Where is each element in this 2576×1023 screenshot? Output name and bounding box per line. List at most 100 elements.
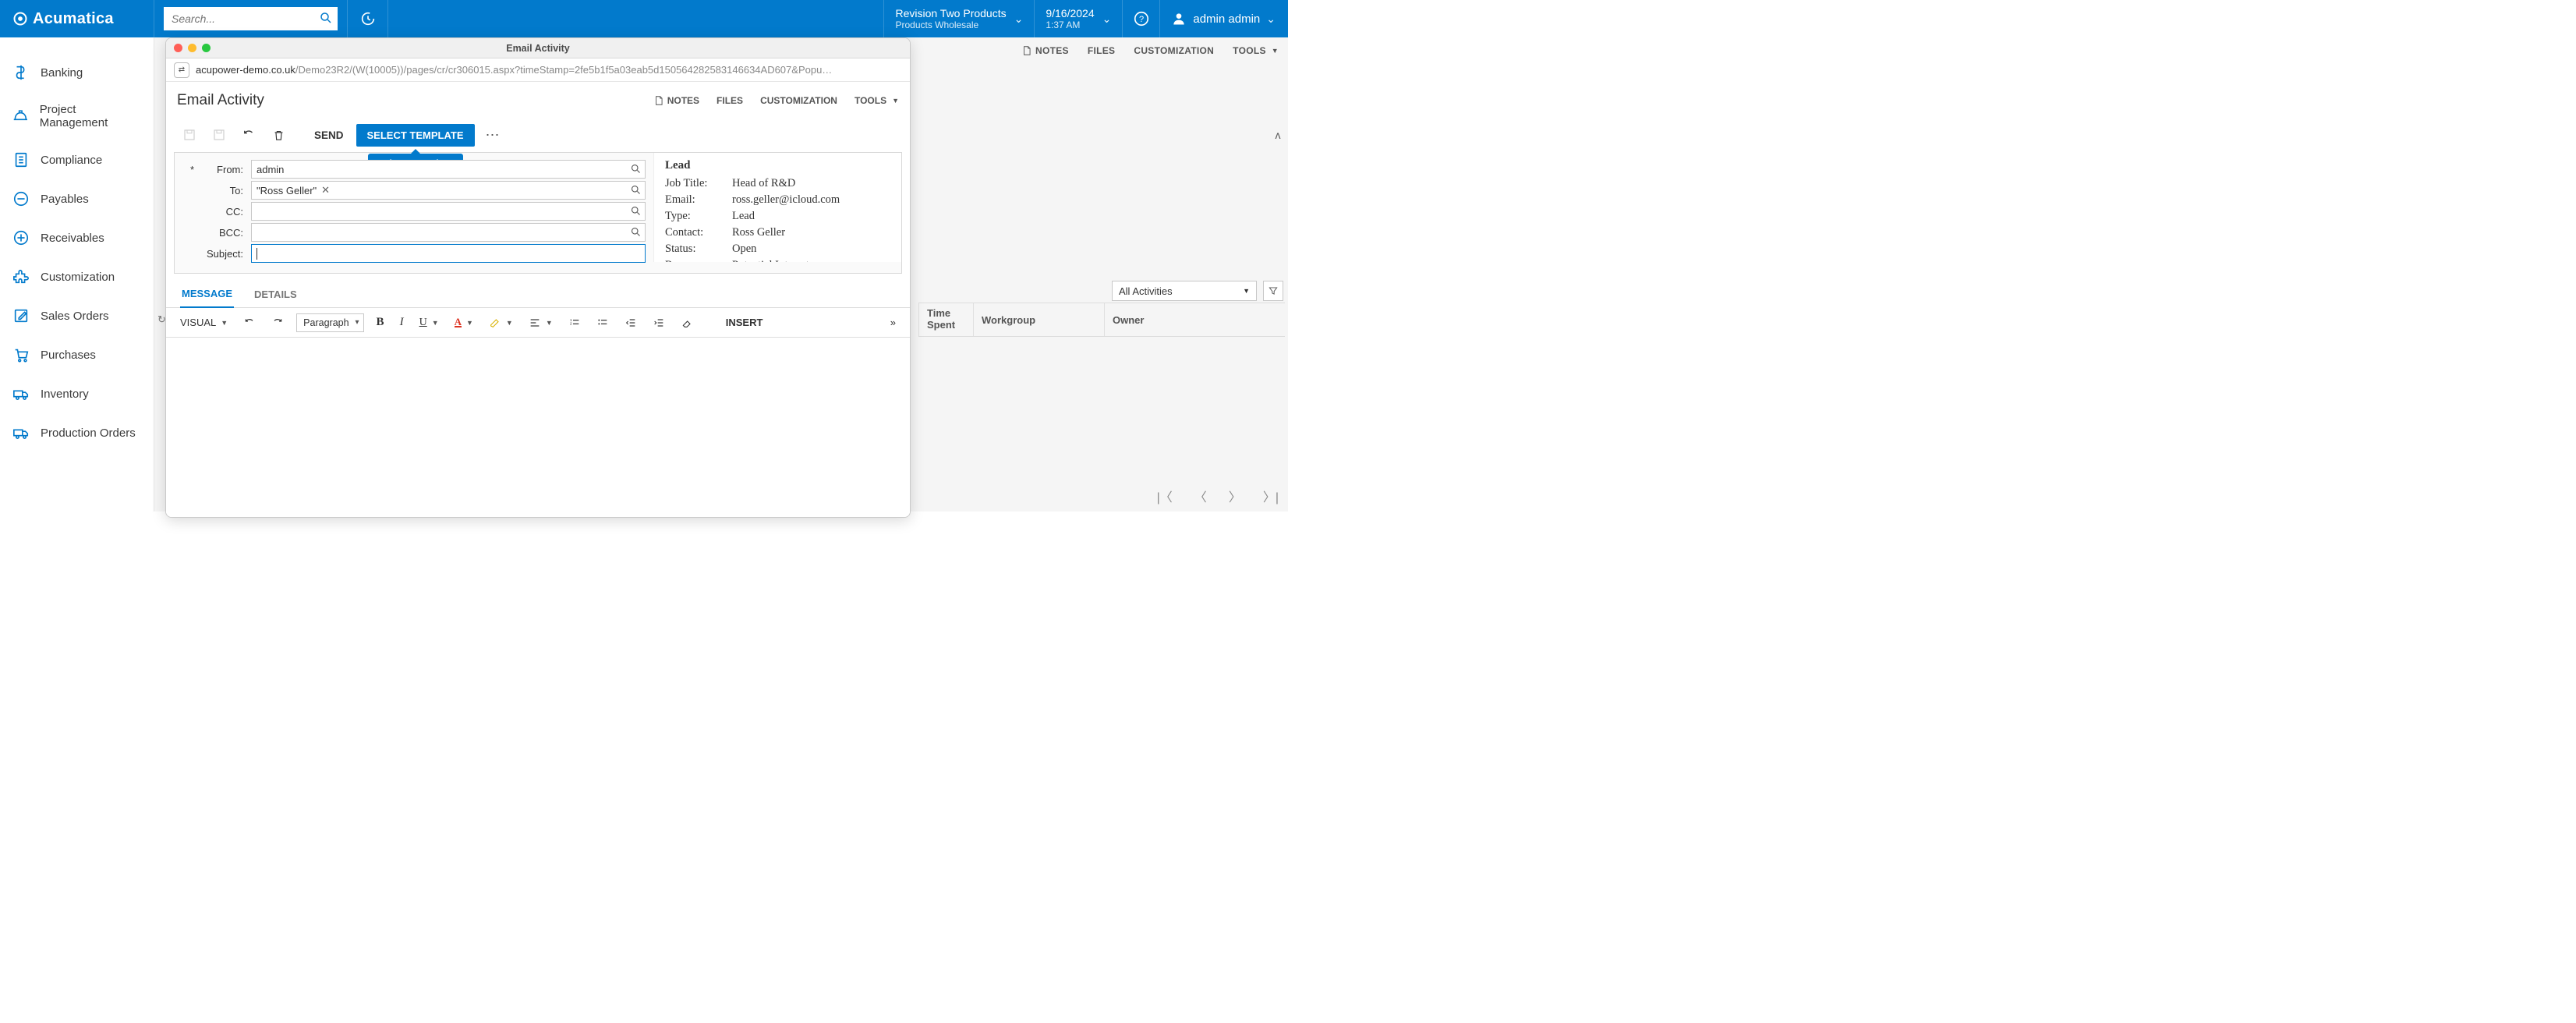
editor-undo-button[interactable] — [240, 315, 259, 331]
expand-editor-button[interactable]: » — [887, 315, 899, 330]
nav-customization[interactable]: Customization — [0, 257, 154, 296]
send-button[interactable]: SEND — [306, 129, 352, 141]
email-body-editor[interactable] — [166, 338, 910, 518]
nav-project-management[interactable]: Project Management — [0, 92, 154, 140]
page-next-button[interactable]: 〉 — [1229, 487, 1241, 505]
recipient-chip: "Ross Geller" ✕ — [257, 184, 330, 196]
brand-name: Acumatica — [33, 10, 114, 28]
numbered-list-button[interactable]: 12 — [565, 315, 584, 331]
editor-toolbar: VISUAL▼ Paragraph B I U▼ A▼ ▼ ▼ 12 INSER… — [166, 308, 910, 338]
info-key: Email: — [665, 192, 732, 208]
subject-field[interactable] — [251, 244, 646, 263]
underline-icon: U — [419, 317, 427, 329]
bold-button[interactable]: B — [373, 314, 387, 331]
popup-url-bar: ⇄ acupower-demo.co.uk/Demo23R2/(W(10005)… — [166, 58, 910, 82]
popup-files-button[interactable]: FILES — [717, 95, 743, 106]
activities-grid-header: Time Spent Workgroup Owner — [918, 303, 1285, 337]
info-val: Ross Geller — [732, 225, 785, 241]
popup-notes-button[interactable]: NOTES — [653, 95, 699, 106]
outdent-button[interactable] — [621, 315, 640, 331]
nav-production-orders[interactable]: Production Orders — [0, 413, 154, 452]
lookup-icon[interactable] — [630, 205, 642, 217]
plus-circle-icon — [12, 229, 30, 246]
help-button[interactable]: ? — [1122, 0, 1159, 37]
delete-button[interactable] — [266, 122, 291, 147]
col-time-spent[interactable]: Time Spent — [918, 303, 973, 336]
col-workgroup[interactable]: Workgroup — [973, 303, 1104, 336]
search-icon[interactable] — [319, 11, 333, 25]
nav-label: Purchases — [41, 349, 96, 362]
nav-banking[interactable]: Banking — [0, 53, 154, 92]
brand-logo[interactable]: Acumatica — [0, 0, 154, 37]
cc-field[interactable] — [251, 202, 646, 221]
business-date: 9/16/2024 — [1046, 7, 1094, 19]
site-settings-icon[interactable]: ⇄ — [174, 62, 189, 78]
editor-mode-select[interactable]: VISUAL▼ — [177, 315, 231, 330]
remove-recipient-button[interactable]: ✕ — [321, 184, 330, 196]
global-search-input[interactable] — [164, 7, 338, 30]
list-ul-icon — [596, 317, 609, 329]
tab-message[interactable]: MESSAGE — [180, 281, 234, 308]
nav-inventory[interactable]: Inventory — [0, 374, 154, 413]
email-form: *From: admin To: "Ross Geller" ✕ — [174, 152, 902, 274]
from-label: *From: — [184, 164, 251, 175]
bullet-list-button[interactable] — [593, 315, 612, 331]
italic-button[interactable]: I — [397, 314, 407, 331]
page-prev-button[interactable]: 〈 — [1194, 487, 1207, 505]
nav-label: Compliance — [41, 154, 102, 167]
undo-icon — [243, 317, 256, 329]
tab-details[interactable]: DETAILS — [253, 282, 299, 307]
align-left-icon — [529, 317, 541, 329]
nav-payables[interactable]: Payables — [0, 179, 154, 218]
clear-format-button[interactable] — [678, 315, 696, 331]
lookup-icon[interactable] — [630, 163, 642, 175]
info-key: Contact: — [665, 225, 732, 241]
lookup-icon[interactable] — [630, 184, 642, 196]
main-tools-button[interactable]: TOOLS▼ — [1233, 45, 1279, 56]
undo-button[interactable] — [236, 122, 261, 147]
popup-url[interactable]: acupower-demo.co.uk/Demo23R2/(W(10005))/… — [196, 64, 902, 76]
popup-customization-button[interactable]: CUSTOMIZATION — [760, 95, 837, 106]
editor-redo-button[interactable] — [268, 315, 287, 331]
activities-filter-select[interactable]: All Activities ▼ — [1112, 281, 1257, 301]
nav-purchases[interactable]: Purchases — [0, 335, 154, 374]
align-button[interactable]: ▼ — [525, 315, 556, 331]
highlight-button[interactable]: ▼ — [486, 315, 516, 331]
outdent-icon — [625, 317, 637, 329]
save-close-icon — [182, 128, 196, 142]
italic-icon: I — [400, 316, 404, 329]
underline-button[interactable]: U▼ — [416, 315, 442, 331]
from-field[interactable]: admin — [251, 160, 646, 179]
main-files-button[interactable]: FILES — [1088, 45, 1116, 56]
nav-receivables[interactable]: Receivables — [0, 218, 154, 257]
business-date-selector[interactable]: 9/16/2024 1:37 AM ⌄ — [1034, 0, 1122, 37]
business-time: 1:37 AM — [1046, 19, 1094, 30]
from-value: admin — [257, 164, 284, 175]
select-template-button[interactable]: SELECT TEMPLATE Select Template — [356, 124, 475, 147]
paragraph-style-select[interactable]: Paragraph — [296, 313, 363, 332]
col-owner[interactable]: Owner — [1104, 303, 1221, 336]
main-notes-button[interactable]: NOTES — [1021, 45, 1069, 56]
filter-button[interactable] — [1263, 281, 1283, 301]
indent-button[interactable] — [649, 315, 668, 331]
lookup-icon[interactable] — [630, 226, 642, 238]
nav-sales-orders[interactable]: Sales Orders — [0, 296, 154, 335]
history-button[interactable] — [348, 0, 388, 37]
bcc-field[interactable] — [251, 223, 646, 242]
insert-menu[interactable]: INSERT — [723, 315, 766, 330]
trash-icon — [272, 129, 285, 142]
page-last-button[interactable]: 〉| — [1263, 487, 1279, 505]
page-first-button[interactable]: |〈 — [1157, 487, 1173, 505]
collapse-panel-button[interactable]: ʌ — [1271, 115, 1285, 154]
user-menu[interactable]: admin admin ⌄ — [1159, 0, 1288, 37]
main-customization-button[interactable]: CUSTOMIZATION — [1134, 45, 1214, 56]
nav-label: Customization — [41, 271, 115, 284]
popup-tools-button[interactable]: TOOLS▼ — [855, 95, 899, 106]
more-actions-button[interactable]: ⋯ — [479, 127, 508, 143]
popup-titlebar[interactable]: Email Activity — [166, 38, 910, 58]
to-field[interactable]: "Ross Geller" ✕ — [251, 181, 646, 200]
nav-compliance[interactable]: Compliance — [0, 140, 154, 179]
highlight-icon — [489, 317, 501, 329]
company-selector[interactable]: Revision Two Products Products Wholesale… — [883, 0, 1034, 37]
font-color-button[interactable]: A▼ — [451, 316, 476, 330]
